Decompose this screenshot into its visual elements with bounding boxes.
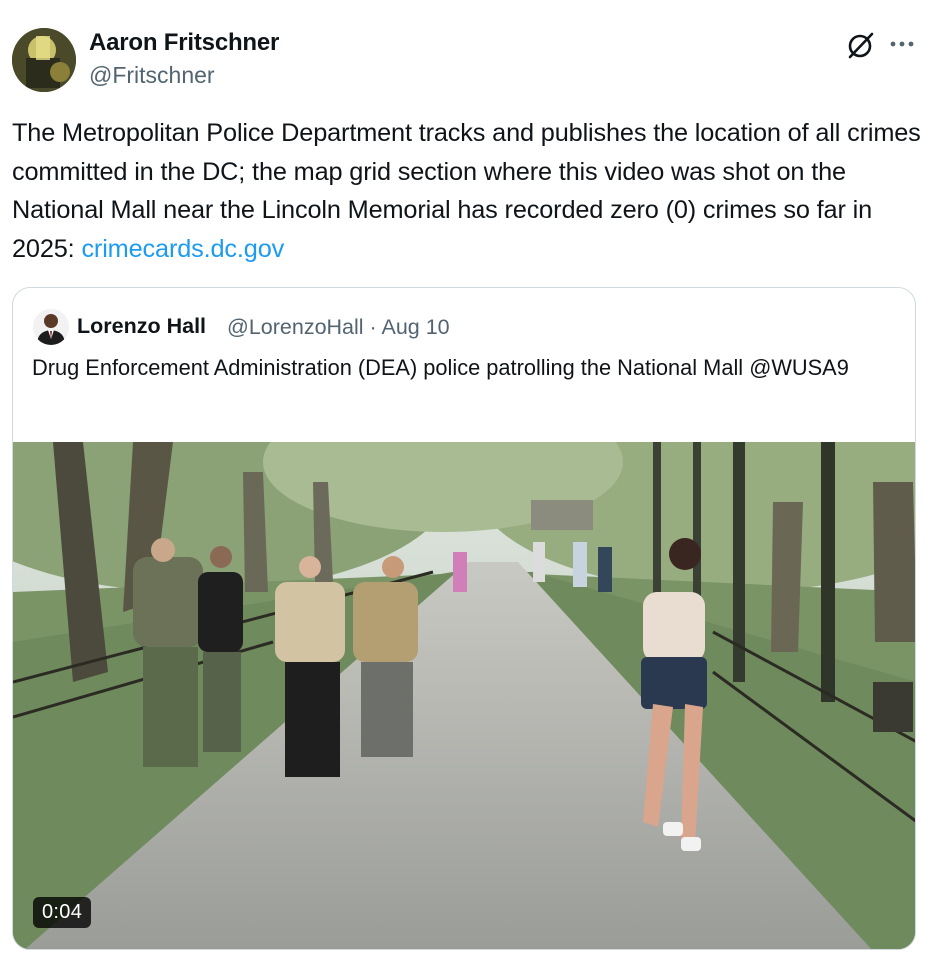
author-avatar[interactable] bbox=[12, 28, 76, 92]
post-link[interactable]: crimecards.dc.gov bbox=[81, 235, 284, 263]
quoted-author-avatar[interactable] bbox=[33, 309, 69, 345]
author-name[interactable]: Aaron Fritschner bbox=[89, 29, 279, 57]
more-icon[interactable] bbox=[886, 28, 918, 60]
quoted-avatar-image bbox=[33, 309, 69, 345]
quoted-post[interactable]: Lorenzo Hall @LorenzoHall · Aug 10 Drug … bbox=[12, 287, 916, 950]
post: Aaron Fritschner @Fritschner The Metropo… bbox=[0, 0, 930, 970]
grok-icon[interactable] bbox=[846, 30, 876, 60]
author-handle[interactable]: @Fritschner bbox=[89, 62, 215, 89]
video-duration: 0:04 bbox=[33, 897, 92, 928]
post-text: The Metropolitan Police Department track… bbox=[12, 114, 922, 268]
avatar-image bbox=[12, 28, 76, 92]
quoted-post-text: Drug Enforcement Administration (DEA) po… bbox=[32, 355, 849, 380]
quoted-author-name[interactable]: Lorenzo Hall bbox=[77, 314, 206, 339]
quoted-author-handle-date: @LorenzoHall · Aug 10 bbox=[227, 315, 450, 339]
video-player[interactable]: 0:04 bbox=[13, 442, 915, 949]
video-thumbnail bbox=[13, 442, 915, 949]
